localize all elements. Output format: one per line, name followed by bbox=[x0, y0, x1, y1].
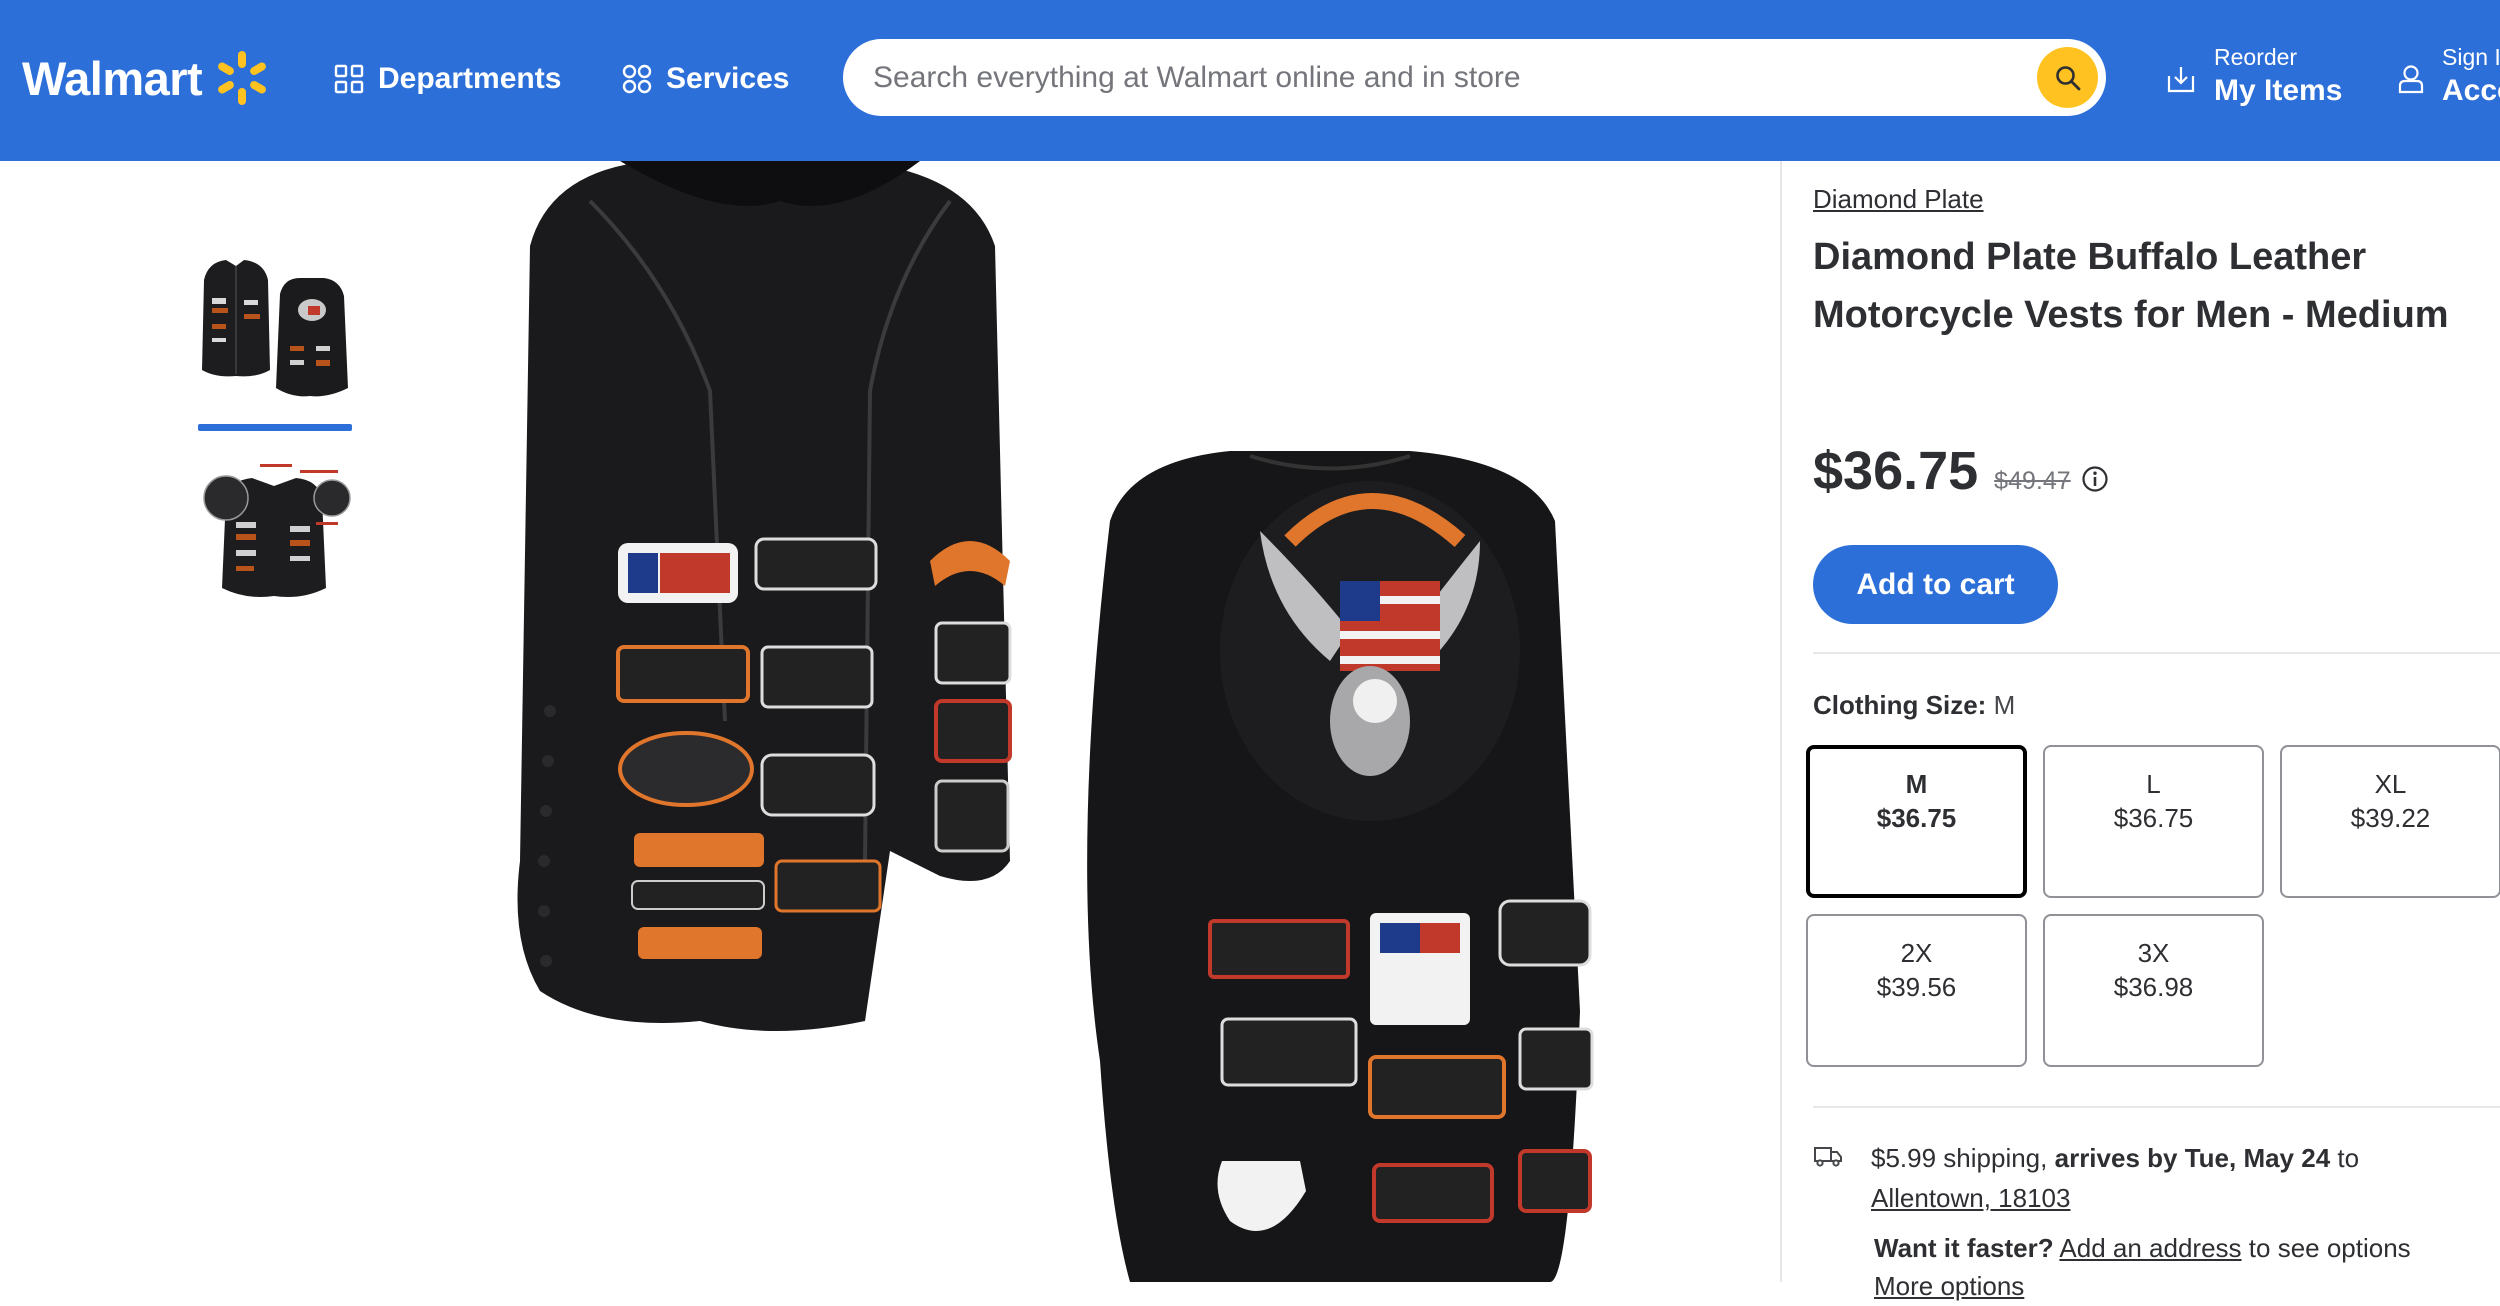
column-divider bbox=[1780, 161, 1782, 1282]
size-name: L bbox=[2146, 769, 2161, 799]
thumbnail-vest-front-and-back[interactable] bbox=[196, 248, 354, 406]
shipping-to: to bbox=[2337, 1143, 2360, 1173]
size-price: $36.75 bbox=[2113, 803, 2194, 833]
size-label-text: Clothing Size: bbox=[1813, 690, 1987, 720]
price-row: $36.75 $49.47 bbox=[1813, 440, 2109, 502]
grid-icon bbox=[334, 64, 364, 94]
search-button[interactable] bbox=[2037, 47, 2098, 108]
size-price: $39.22 bbox=[2350, 803, 2431, 833]
section-divider bbox=[1813, 1106, 2500, 1108]
services-icon bbox=[622, 64, 652, 94]
size-price: $36.75 bbox=[1876, 803, 1957, 833]
product-title: Diamond Plate Buffalo Leather Motorcycle… bbox=[1813, 236, 2449, 336]
current-price: $36.75 bbox=[1813, 441, 1979, 501]
thumbnail-selected-indicator bbox=[198, 424, 352, 431]
thumbnail-image bbox=[202, 260, 348, 397]
account-big-label: Account bbox=[2442, 74, 2500, 107]
info-icon[interactable] bbox=[2081, 465, 2109, 493]
reorder-small-label: Reorder bbox=[2214, 44, 2298, 70]
more-options-link[interactable]: More options bbox=[1874, 1266, 2024, 1306]
thumbnail-image bbox=[203, 464, 351, 597]
location-link[interactable]: Allentown, 18103 bbox=[1871, 1183, 2070, 1213]
arrival-date: arrives by Tue, May 24 bbox=[2054, 1143, 2331, 1173]
services-label: Services bbox=[666, 62, 790, 95]
size-option-xl[interactable]: XL $39.22 bbox=[2280, 745, 2500, 898]
shipping-info: $5.99 shipping, arrives by Tue, May 24 t… bbox=[1813, 1138, 2359, 1218]
size-name: M bbox=[1905, 769, 1928, 799]
add-to-cart-button[interactable]: Add to cart bbox=[1813, 545, 2058, 624]
truck-icon bbox=[1814, 1147, 1842, 1167]
size-name: 3X bbox=[2137, 938, 2170, 968]
size-option-m[interactable]: M $36.75 bbox=[1806, 745, 2027, 898]
size-option-l[interactable]: L $36.75 bbox=[2043, 745, 2264, 898]
want-faster-row: Want it faster? Add an address to see op… bbox=[1874, 1228, 2411, 1268]
see-options-text: to see options bbox=[2248, 1233, 2411, 1263]
services-button[interactable]: Services bbox=[622, 52, 789, 106]
reorder-icon bbox=[2167, 67, 2195, 93]
search-input[interactable] bbox=[873, 60, 1973, 95]
size-price: $36.98 bbox=[2113, 972, 2194, 1002]
spark-icon bbox=[218, 51, 267, 105]
departments-label: Departments bbox=[378, 62, 562, 95]
reorder-big-label: My Items bbox=[2214, 74, 2343, 107]
thumbnail-vest-interior[interactable] bbox=[196, 458, 354, 616]
size-selected-value: M bbox=[1993, 690, 2016, 720]
size-name: XL bbox=[2374, 769, 2407, 799]
account-small-label: Sign In bbox=[2442, 44, 2500, 70]
shipping-cost: $5.99 shipping, bbox=[1871, 1143, 2048, 1173]
vest-photo bbox=[517, 161, 1594, 1282]
departments-button[interactable]: Departments bbox=[334, 52, 561, 106]
section-divider bbox=[1813, 652, 2500, 654]
size-option-2x[interactable]: 2X $39.56 bbox=[1806, 914, 2027, 1067]
brand-link[interactable]: Diamond Plate bbox=[1813, 184, 1984, 215]
product-main-image[interactable] bbox=[470, 161, 1710, 1282]
account-menu[interactable]: Sign In Account bbox=[2398, 42, 2500, 110]
walmart-logo[interactable]: Walmart bbox=[22, 46, 272, 110]
user-icon bbox=[2398, 65, 2424, 94]
size-option-3x[interactable]: 3X $36.98 bbox=[2043, 914, 2264, 1067]
reorder-my-items[interactable]: Reorder My Items bbox=[2166, 42, 2342, 110]
size-price: $39.56 bbox=[1876, 972, 1957, 1002]
search-bar bbox=[843, 39, 2106, 116]
add-address-link[interactable]: Add an address bbox=[2059, 1233, 2241, 1263]
logo-text: Walmart bbox=[22, 51, 203, 105]
clothing-size-label: Clothing Size: M bbox=[1813, 690, 2015, 721]
site-header: Walmart Departments Services Search ever… bbox=[0, 0, 2500, 161]
was-price: $49.47 bbox=[1994, 467, 2071, 495]
search-icon bbox=[2055, 65, 2080, 90]
size-name: 2X bbox=[1900, 938, 1933, 968]
want-faster-label: Want it faster? bbox=[1874, 1233, 2054, 1263]
